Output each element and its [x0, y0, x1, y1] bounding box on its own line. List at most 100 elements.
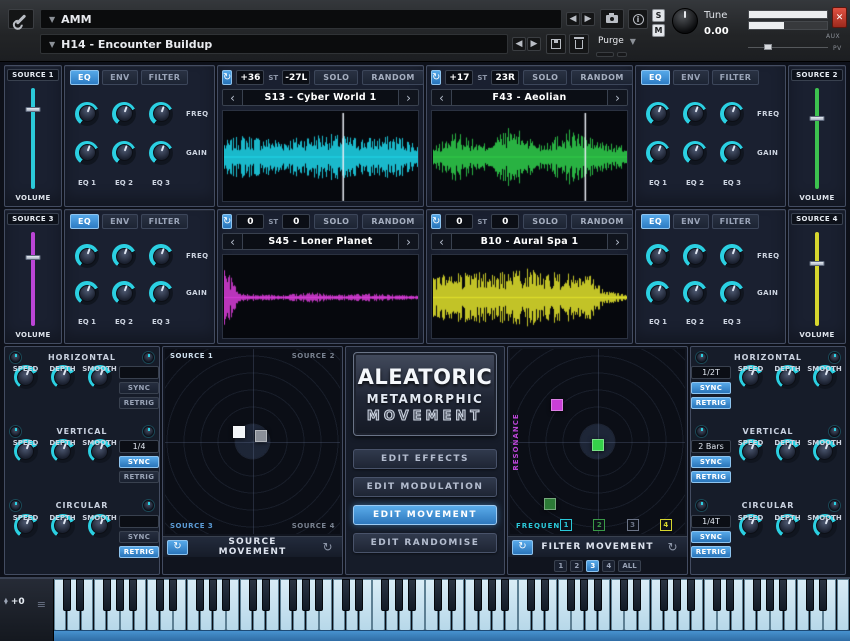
source-movement-pad[interactable]: SOURCE 1 SOURCE 2 SOURCE 3 SOURCE 4 [165, 349, 340, 534]
eq2-gain-knob[interactable] [683, 281, 707, 305]
sample-name[interactable]: B10 - Aural Spa 1 [452, 234, 607, 249]
eq1-gain-knob[interactable] [646, 141, 670, 165]
movement-play-button[interactable]: ↻ [512, 540, 533, 555]
next-instrument-button[interactable]: ▶ [581, 12, 595, 26]
octave-shift-control[interactable]: ▲▼ +0 [4, 597, 25, 607]
pan-value[interactable]: 23R [491, 70, 519, 85]
black-key[interactable] [76, 579, 84, 611]
random-button[interactable]: RANDOM [571, 214, 632, 229]
sync-button[interactable]: SYNC [119, 456, 159, 468]
black-key[interactable] [567, 579, 575, 611]
eq1-gain-knob[interactable] [75, 141, 99, 165]
next-sample-button[interactable]: › [398, 234, 418, 249]
keyboard-drag-handle[interactable]: ≡ [37, 598, 46, 611]
source-1-volume-slider[interactable] [7, 86, 59, 191]
black-key[interactable] [222, 579, 230, 611]
rate-display[interactable]: 2 Bars [691, 440, 731, 453]
black-key[interactable] [753, 579, 761, 611]
prev-sample-button[interactable]: ‹ [432, 90, 452, 105]
eq3-gain-knob[interactable] [149, 281, 173, 305]
prev-sample-button[interactable]: ‹ [223, 234, 243, 249]
amount-mini-knob[interactable] [829, 352, 840, 363]
source-4-volume-slider[interactable] [791, 230, 843, 328]
black-key[interactable] [302, 579, 310, 611]
retrig-button[interactable]: RETRIG [691, 397, 731, 409]
env-tab[interactable]: ENV [673, 70, 709, 85]
waveform-display[interactable] [222, 254, 419, 339]
black-key[interactable] [620, 579, 628, 611]
black-key[interactable] [448, 579, 456, 611]
retrig-button[interactable]: RETRIG [691, 471, 731, 483]
white-key[interactable] [837, 579, 849, 631]
black-key[interactable] [315, 579, 323, 611]
slider-handle[interactable] [810, 261, 825, 266]
eq-tab[interactable]: EQ [641, 214, 670, 229]
random-button[interactable]: RANDOM [571, 70, 632, 85]
retrig-button[interactable]: RETRIG [691, 546, 731, 558]
eq3-freq-knob[interactable] [149, 244, 173, 268]
black-key[interactable] [633, 579, 641, 611]
filter-tab[interactable]: FILTER [712, 70, 760, 85]
solo-button[interactable]: SOLO [314, 214, 358, 229]
black-key[interactable] [580, 579, 588, 611]
filter-tab[interactable]: FILTER [141, 214, 189, 229]
mute-toggle[interactable]: M [652, 24, 665, 37]
black-key[interactable] [355, 579, 363, 611]
rate-mini-knob[interactable] [696, 500, 707, 511]
sync-button[interactable]: SYNC [691, 456, 731, 468]
sample-name[interactable]: S13 - Cyber World 1 [243, 90, 398, 105]
player-power-button[interactable]: ↻ [222, 214, 232, 229]
retrig-button[interactable]: RETRIG [119, 397, 159, 409]
page-all-button[interactable]: ALL [618, 560, 640, 572]
black-key[interactable] [129, 579, 137, 611]
player-power-button[interactable]: ↻ [431, 70, 441, 85]
black-key[interactable] [594, 579, 602, 611]
instrument-options-button[interactable] [8, 9, 34, 29]
pan-value[interactable]: -27L [282, 70, 310, 85]
aux-label[interactable]: AUX [826, 33, 840, 40]
eq1-freq-knob[interactable] [646, 244, 670, 268]
pv-label[interactable]: PV [833, 45, 842, 52]
eq3-gain-knob[interactable] [149, 141, 173, 165]
amount-mini-knob[interactable] [143, 500, 154, 511]
amount-mini-knob[interactable] [143, 426, 154, 437]
pan-slider-handle[interactable] [764, 44, 772, 50]
env-tab[interactable]: ENV [673, 214, 709, 229]
rate-display[interactable]: 1/4 [119, 440, 159, 453]
rate-mini-knob[interactable] [696, 426, 707, 437]
next-sample-button[interactable]: › [607, 90, 627, 105]
delete-preset-button[interactable] [569, 34, 589, 54]
eq1-gain-knob[interactable] [646, 281, 670, 305]
edit-randomise-button[interactable]: EDIT RANDOMISE [353, 533, 497, 553]
black-key[interactable] [196, 579, 204, 611]
black-key[interactable] [726, 579, 734, 611]
tune-knob[interactable] [672, 8, 698, 34]
eq3-gain-knob[interactable] [720, 281, 744, 305]
black-key[interactable] [116, 579, 124, 611]
filter-tab[interactable]: FILTER [712, 214, 760, 229]
slider-handle[interactable] [810, 116, 825, 121]
octave-arrows[interactable]: ▲▼ [4, 599, 8, 606]
rate-mini-knob[interactable] [696, 352, 707, 363]
info-view-button[interactable]: i [628, 9, 648, 29]
rate-display[interactable]: 1/4T [691, 515, 731, 528]
instrument-title-bar[interactable]: ▼ AMM [40, 9, 562, 29]
pad-marker[interactable] [544, 498, 556, 510]
env-tab[interactable]: ENV [102, 70, 138, 85]
solo-button[interactable]: SOLO [314, 70, 358, 85]
slider-handle[interactable] [26, 255, 41, 260]
eq1-freq-knob[interactable] [646, 102, 670, 126]
pitch-value[interactable]: +17 [445, 70, 473, 85]
random-button[interactable]: RANDOM [362, 70, 423, 85]
random-button[interactable]: RANDOM [362, 214, 423, 229]
next-sample-button[interactable]: › [607, 234, 627, 249]
page-2-button[interactable]: 2 [570, 560, 583, 572]
black-key[interactable] [819, 579, 827, 611]
black-key[interactable] [501, 579, 509, 611]
snapshot-view-button[interactable] [600, 9, 624, 29]
eq-tab[interactable]: EQ [641, 70, 670, 85]
pad-marker[interactable] [592, 439, 604, 451]
black-key[interactable] [527, 579, 535, 611]
eq3-gain-knob[interactable] [720, 141, 744, 165]
sample-name[interactable]: F43 - Aeolian [452, 90, 607, 105]
